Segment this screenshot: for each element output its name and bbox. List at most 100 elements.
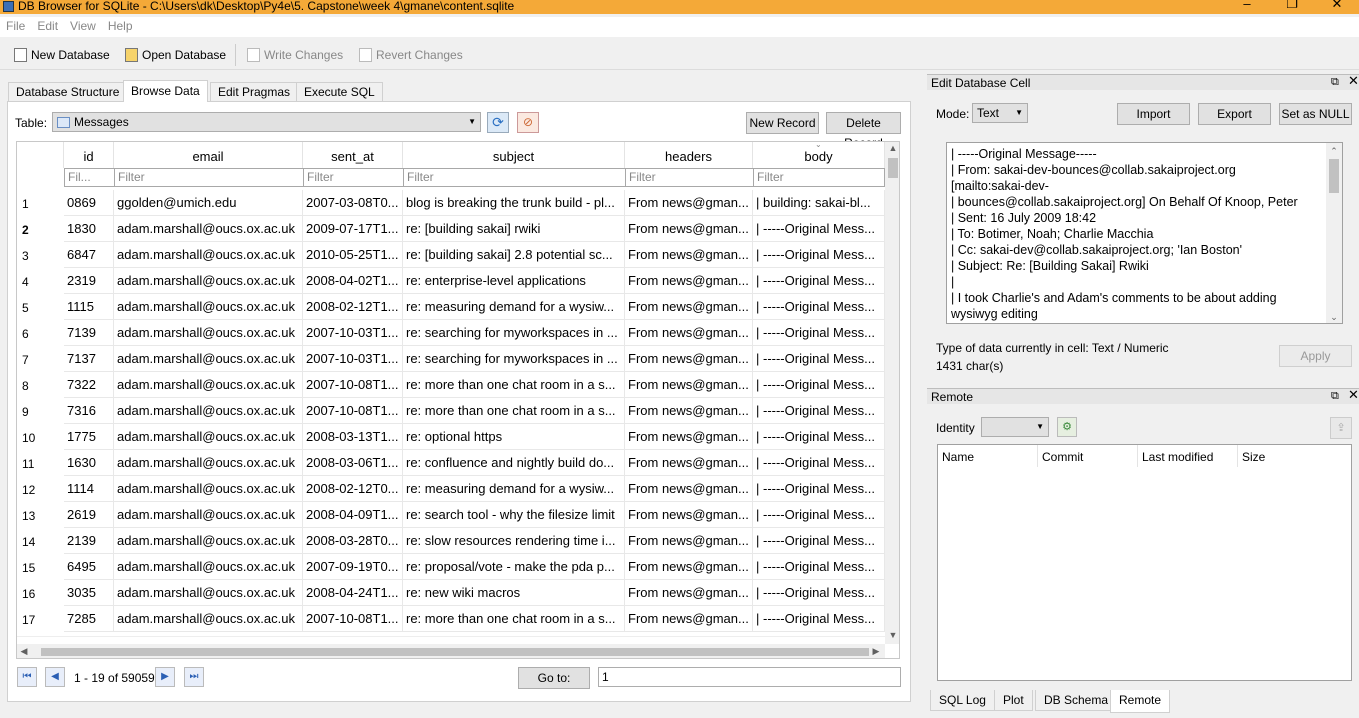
cell-id[interactable]: 2619 [64,502,114,528]
cell-subject[interactable]: re: [building sakai] rwiki [403,216,625,242]
row-number[interactable]: 9 [17,398,64,424]
cell-sent-at[interactable]: 2008-04-02T1... [303,268,403,294]
new-record-button[interactable]: New Record [746,112,819,134]
table-row[interactable]: 17 7285 adam.marshall@oucs.ox.ac.uk 2007-10… [17,606,885,632]
filter-headers[interactable]: Filter [625,168,754,187]
menu-edit[interactable]: Edit [31,17,64,35]
row-number[interactable]: 17 [17,606,64,632]
vertical-scrollbar[interactable]: ▲ ▼ [885,142,899,644]
cell-id[interactable]: 7139 [64,320,114,346]
row-number[interactable]: 13 [17,502,64,528]
cell-email[interactable]: adam.marshall@oucs.ox.ac.uk [114,294,303,320]
cell-email[interactable]: adam.marshall@oucs.ox.ac.uk [114,216,303,242]
cell-id[interactable]: 6495 [64,554,114,580]
mode-select[interactable]: Text ▼ [972,103,1028,123]
tab-remote[interactable]: Remote [1110,690,1171,713]
scroll-left-icon[interactable]: ◀ [19,646,29,657]
tab-execute-sql[interactable]: Execute SQL [296,82,383,101]
cell-subject[interactable]: re: measuring demand for a wysiw... [403,294,625,320]
cell-email[interactable]: adam.marshall@oucs.ox.ac.uk [114,580,303,606]
row-number[interactable]: 16 [17,580,64,606]
cell-id[interactable]: 7285 [64,606,114,632]
row-number[interactable]: 5 [17,294,64,320]
row-number[interactable]: 14 [17,528,64,554]
table-row[interactable]: 4 2319 adam.marshall@oucs.ox.ac.uk 2008-04-… [17,268,885,294]
column-header-sent-at[interactable]: sent_at [303,142,403,168]
cell-subject[interactable]: re: search tool - why the filesize limit [403,502,625,528]
column-header-name[interactable]: Name [942,450,974,464]
write-changes-button[interactable]: Write Changes [247,46,343,64]
cell-subject[interactable]: re: more than one chat room in a s... [403,372,625,398]
export-button[interactable]: Export [1198,103,1271,125]
table-row[interactable]: 2 1830 adam.marshall@oucs.ox.ac.uk 2009-07-… [17,216,885,242]
cell-sent-at[interactable]: 2008-03-28T0... [303,528,403,554]
column-header-commit[interactable]: Commit [1042,450,1083,464]
cell-email[interactable]: adam.marshall@oucs.ox.ac.uk [114,450,303,476]
filter-body[interactable]: Filter [753,168,885,187]
cell-id[interactable]: 1775 [64,424,114,450]
cell-id[interactable]: 2319 [64,268,114,294]
new-database-button[interactable]: New Database [14,46,110,64]
table-row[interactable]: 16 3035 adam.marshall@oucs.ox.ac.uk 2008-04… [17,580,885,606]
cell-id[interactable]: 1115 [64,294,114,320]
cell-sent-at[interactable]: 2007-10-03T1... [303,320,403,346]
cell-subject[interactable]: re: proposal/vote - make the pda p... [403,554,625,580]
menu-file[interactable]: File [0,17,31,35]
cell-email[interactable]: adam.marshall@oucs.ox.ac.uk [114,398,303,424]
cell-headers[interactable]: From news@gman... [625,580,753,606]
row-number[interactable]: 11 [17,450,64,476]
cell-headers[interactable]: From news@gman... [625,502,753,528]
goto-button[interactable]: Go to: [518,667,590,689]
cell-email[interactable]: adam.marshall@oucs.ox.ac.uk [114,528,303,554]
cell-subject[interactable]: re: enterprise-level applications [403,268,625,294]
cell-email[interactable]: adam.marshall@oucs.ox.ac.uk [114,242,303,268]
cell-email[interactable]: adam.marshall@oucs.ox.ac.uk [114,554,303,580]
cell-sent-at[interactable]: 2008-03-13T1... [303,424,403,450]
cell-body[interactable]: | -----Original Mess... [753,476,885,502]
cell-headers[interactable]: From news@gman... [625,216,753,242]
cell-sent-at[interactable]: 2007-10-08T1... [303,606,403,632]
cell-editor[interactable]: | -----Original Message----- | From: sak… [946,142,1343,324]
cell-id[interactable]: 7322 [64,372,114,398]
previous-page-icon[interactable]: ◀ [45,667,65,687]
row-number[interactable]: 10 [17,424,64,450]
last-page-icon[interactable]: ⏭ [184,667,204,687]
cell-subject[interactable]: re: [building sakai] 2.8 potential sc... [403,242,625,268]
row-number[interactable]: 3 [17,242,64,268]
table-row[interactable]: 15 6495 adam.marshall@oucs.ox.ac.uk 2007-09… [17,554,885,580]
horizontal-scroll-thumb[interactable] [41,648,869,656]
cell-sent-at[interactable]: 2007-10-08T1... [303,372,403,398]
table-row[interactable]: 12 1114 adam.marshall@oucs.ox.ac.uk 2008-02… [17,476,885,502]
cell-sent-at[interactable]: 2007-10-03T1... [303,346,403,372]
table-row[interactable]: 14 2139 adam.marshall@oucs.ox.ac.uk 2008-03… [17,528,885,554]
cell-sent-at[interactable]: 2008-04-24T1... [303,580,403,606]
goto-input[interactable]: 1 [598,667,901,687]
filter-subject[interactable]: Filter [403,168,626,187]
cell-sent-at[interactable]: 2010-05-25T1... [303,242,403,268]
cell-id[interactable]: 1830 [64,216,114,242]
column-header-id[interactable]: id [64,142,114,168]
push-icon[interactable]: ⇪ [1330,417,1352,439]
cell-subject[interactable]: re: optional https [403,424,625,450]
menu-help[interactable]: Help [102,17,139,35]
cell-subject[interactable]: re: searching for myworkspaces in ... [403,346,625,372]
float-pane-icon[interactable]: ⧉ [1331,390,1339,402]
delete-record-button[interactable]: Delete Record [826,112,901,150]
editor-scroll-thumb[interactable] [1329,159,1339,193]
cell-body[interactable]: | -----Original Mess... [753,372,885,398]
cell-body[interactable]: | -----Original Mess... [753,294,885,320]
cell-subject[interactable]: re: confluence and nightly build do... [403,450,625,476]
cell-headers[interactable]: From news@gman... [625,346,753,372]
editor-scrollbar[interactable]: ⌃ ⌄ [1326,143,1342,323]
table-row[interactable]: 13 2619 adam.marshall@oucs.ox.ac.uk 2008-04… [17,502,885,528]
column-header-size[interactable]: Size [1242,450,1265,464]
table-row[interactable]: 7 7137 adam.marshall@oucs.ox.ac.uk 2007-10-… [17,346,885,372]
scroll-up-icon[interactable]: ▲ [885,143,899,153]
cell-body[interactable]: | -----Original Mess... [753,242,885,268]
cell-email[interactable]: adam.marshall@oucs.ox.ac.uk [114,502,303,528]
revert-changes-button[interactable]: Revert Changes [359,46,463,64]
table-row[interactable]: 9 7316 adam.marshall@oucs.ox.ac.uk 2007-10-… [17,398,885,424]
cell-email[interactable]: adam.marshall@oucs.ox.ac.uk [114,372,303,398]
cell-headers[interactable]: From news@gman... [625,450,753,476]
import-button[interactable]: Import [1117,103,1190,125]
